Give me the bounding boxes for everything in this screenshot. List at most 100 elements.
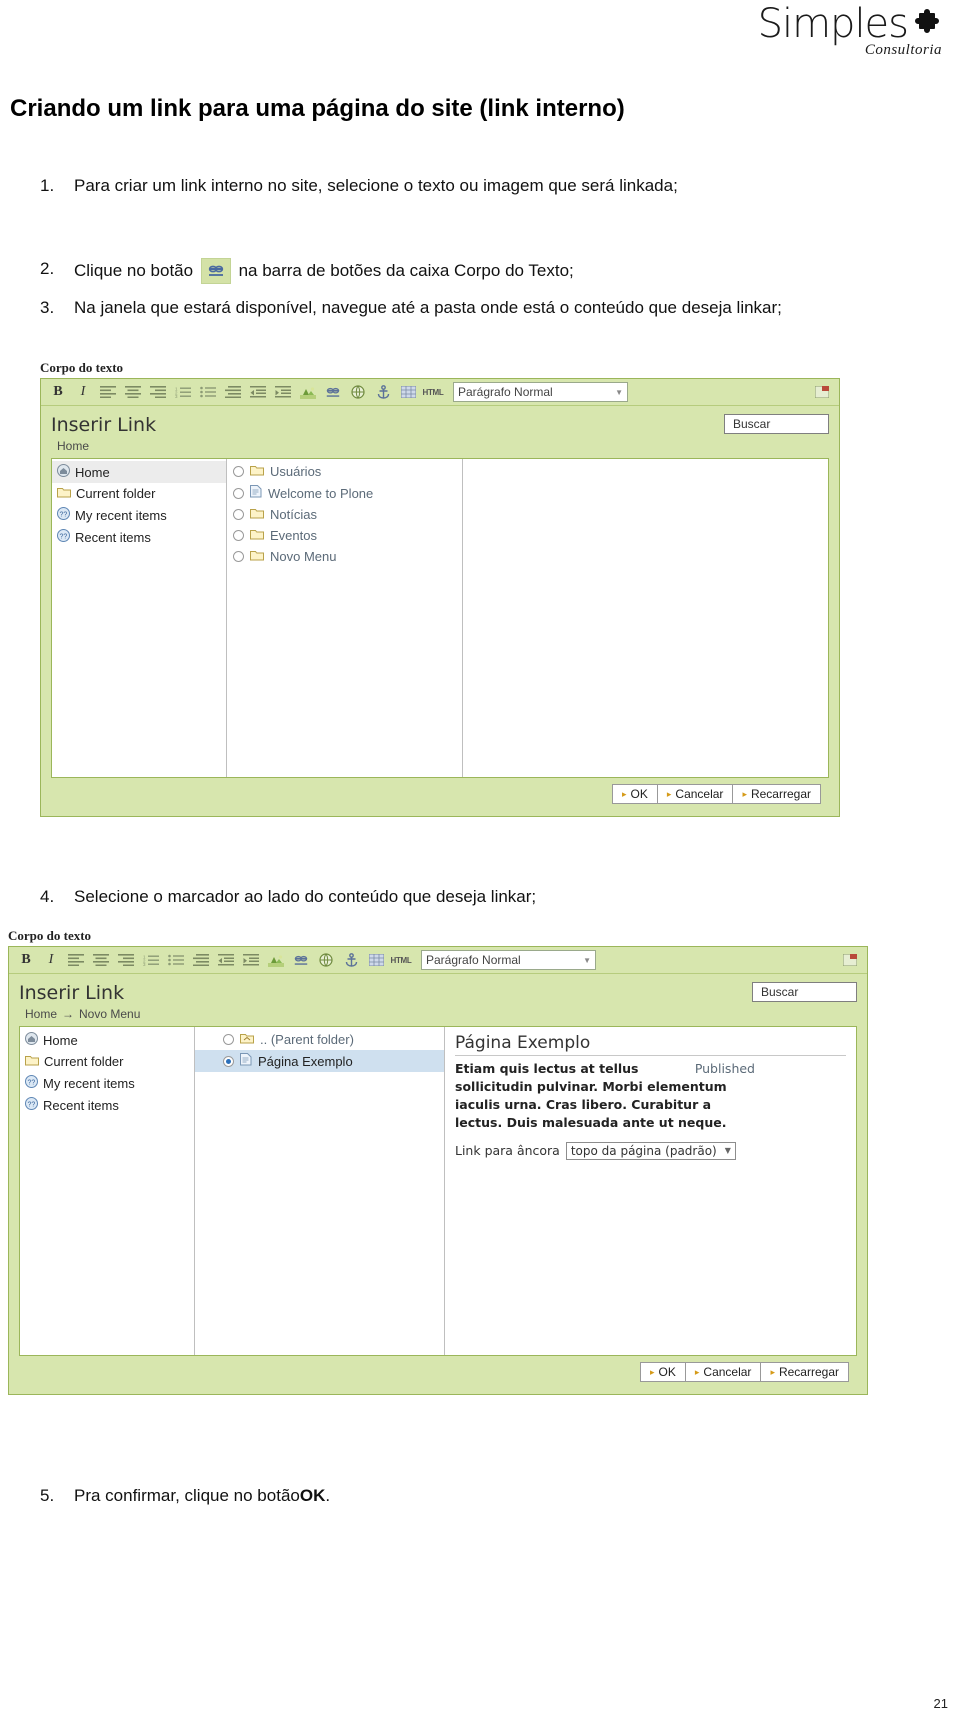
list-item[interactable]: Welcome to Plone [227, 482, 462, 504]
external-link-icon[interactable] [315, 950, 337, 970]
search-input-2[interactable]: Buscar [752, 982, 857, 1002]
anchor-select[interactable]: topo da página (padrão) ▼ [565, 1141, 736, 1160]
ok-button-label: OK [658, 1365, 676, 1379]
list-item[interactable]: .. (Parent folder) [195, 1029, 444, 1050]
radio-button[interactable] [233, 551, 244, 562]
step-5-text-after: . [325, 1486, 331, 1505]
cancel-button[interactable]: ▸ Cancelar [656, 784, 734, 804]
sidebar-item-current-folder[interactable]: Current folder [52, 483, 226, 504]
maximize-editor-icon[interactable] [839, 950, 861, 970]
sidebar-item-label: My recent items [75, 507, 167, 523]
bullet-icon: ▸ [666, 788, 672, 799]
svg-text:??: ?? [60, 534, 68, 541]
anchor-icon[interactable] [372, 382, 394, 402]
insert-image-icon[interactable] [297, 382, 319, 402]
outdent-icon[interactable] [247, 382, 269, 402]
outdent-icon[interactable] [215, 950, 237, 970]
reload-button-label: Recarregar [750, 787, 811, 801]
reload-button[interactable]: ▸ Recarregar [760, 1362, 849, 1382]
radio-button[interactable] [223, 1055, 234, 1067]
italic-icon[interactable]: I [72, 382, 94, 402]
unordered-list-icon[interactable] [197, 382, 219, 402]
sidebar-item-recent-items[interactable]: ?? Recent items [20, 1094, 194, 1116]
browser-nav-column-1: Home Current folder ?? My recent items ?… [52, 459, 227, 777]
indent-icon[interactable] [240, 950, 262, 970]
paragraph-style-select[interactable]: Parágrafo Normal ▼ [453, 382, 628, 402]
radio-button[interactable] [233, 466, 244, 477]
align-left-icon[interactable] [65, 950, 87, 970]
page-number: 21 [933, 1696, 948, 1711]
ok-button[interactable]: ▸ OK [612, 784, 658, 804]
ordered-list-icon[interactable]: 123 [140, 950, 162, 970]
browser-detail-column-2: Página Exemplo Published Etiam quis lect… [445, 1027, 856, 1355]
breadcrumb-item-home[interactable]: Home [57, 439, 89, 453]
breadcrumb-item-novo-menu[interactable]: Novo Menu [79, 1007, 140, 1021]
sidebar-item-label: Home [75, 464, 110, 480]
align-center-icon[interactable] [90, 950, 112, 970]
browser-list-column-1: Usuários Welcome to Plone Notícias Event… [227, 459, 463, 777]
list-item[interactable]: Página Exemplo [195, 1050, 444, 1072]
radio-button[interactable] [233, 509, 244, 520]
sidebar-item-current-folder[interactable]: Current folder [20, 1051, 194, 1072]
home-icon [57, 464, 70, 480]
align-left-icon[interactable] [97, 382, 119, 402]
align-right-icon[interactable] [147, 382, 169, 402]
screenshot-dialog-2: Corpo do texto B I 123 HTML Parágrafo No… [8, 928, 868, 1395]
step-2-number: 2. [40, 259, 55, 278]
recent-items-icon: ?? [57, 507, 70, 523]
brand-name: Simples [757, 1, 909, 47]
html-source-icon[interactable]: HTML [422, 382, 444, 402]
sidebar-item-my-recent-items[interactable]: ?? My recent items [52, 504, 226, 526]
insert-table-icon[interactable] [397, 382, 419, 402]
step-5-text-bold: OK [299, 1486, 326, 1505]
html-source-icon[interactable]: HTML [390, 950, 412, 970]
anchor-icon[interactable] [340, 950, 362, 970]
list-item[interactable]: Usuários [227, 461, 462, 482]
ok-button[interactable]: ▸ OK [640, 1362, 686, 1382]
list-item[interactable]: Novo Menu [227, 546, 462, 567]
external-link-icon[interactable] [347, 382, 369, 402]
radio-button[interactable] [233, 487, 244, 499]
bullet-icon: ▸ [622, 788, 627, 799]
align-center-icon[interactable] [122, 382, 144, 402]
insert-link-icon[interactable] [322, 382, 344, 402]
insert-link-panel-1: Inserir Link Buscar Home Home Current fo… [41, 406, 839, 816]
justify-icon[interactable] [190, 950, 212, 970]
cancel-button[interactable]: ▸ Cancelar [684, 1362, 762, 1382]
justify-icon[interactable] [222, 382, 244, 402]
sidebar-item-home[interactable]: Home [20, 1029, 194, 1051]
maximize-editor-icon[interactable] [811, 382, 833, 402]
svg-text:??: ?? [60, 512, 68, 519]
radio-button[interactable] [233, 530, 244, 541]
bold-icon[interactable]: B [47, 382, 69, 402]
step-2-text-before: Clique no botão [74, 261, 194, 280]
align-right-icon[interactable] [115, 950, 137, 970]
paragraph-style-select[interactable]: Parágrafo Normal ▼ [421, 950, 596, 970]
unordered-list-icon[interactable] [165, 950, 187, 970]
search-input-1[interactable]: Buscar [724, 414, 829, 434]
cancel-button-label: Cancelar [703, 1365, 752, 1379]
recent-items-icon: ?? [25, 1075, 38, 1091]
list-item[interactable]: Eventos [227, 525, 462, 546]
breadcrumb-item-home[interactable]: Home [25, 1007, 57, 1021]
insert-table-icon[interactable] [365, 950, 387, 970]
browser-nav-column-2: Home Current folder ?? My recent items ?… [20, 1027, 195, 1355]
sidebar-item-recent-items[interactable]: ?? Recent items [52, 526, 226, 548]
sidebar-item-home[interactable]: Home [52, 461, 226, 483]
step-1: 1. Para criar um link interno no site, s… [40, 175, 920, 198]
radio-button[interactable] [223, 1034, 234, 1045]
breadcrumb-1: Home [57, 439, 829, 453]
ordered-list-icon[interactable]: 123 [172, 382, 194, 402]
sidebar-item-my-recent-items[interactable]: ?? My recent items [20, 1072, 194, 1094]
insert-link-icon[interactable] [200, 258, 231, 284]
indent-icon[interactable] [272, 382, 294, 402]
insert-image-icon[interactable] [265, 950, 287, 970]
dialog-button-bar-1: ▸ OK ▸ Cancelar ▸ Recarregar [51, 778, 829, 810]
reload-button[interactable]: ▸ Recarregar [732, 784, 821, 804]
list-item[interactable]: Notícias [227, 504, 462, 525]
italic-icon[interactable]: I [40, 950, 62, 970]
bold-icon[interactable]: B [15, 950, 37, 970]
insert-link-icon[interactable] [290, 950, 312, 970]
list-item-label: Eventos [270, 528, 317, 543]
anchor-select-value: topo da página (padrão) [570, 1143, 717, 1158]
